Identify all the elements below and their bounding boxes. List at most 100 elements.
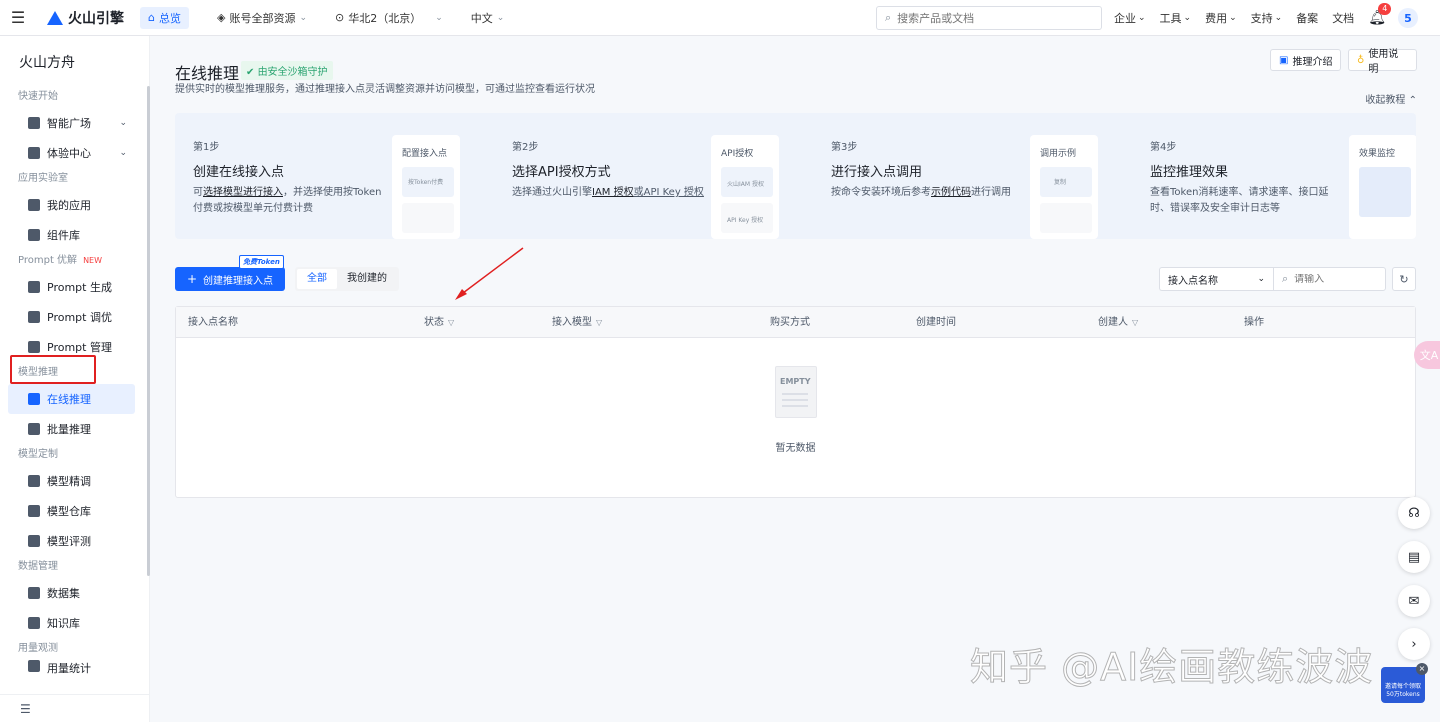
sidebar-item-model-repo[interactable]: 模型仓库 bbox=[8, 496, 135, 526]
create-endpoint-button[interactable]: + 创建推理接入点 bbox=[175, 267, 285, 291]
watermark: 知乎 @AI绘画教练波波 bbox=[969, 645, 1374, 690]
promo-text: 邀请每个领取 50万tokens bbox=[1384, 683, 1421, 698]
fine-tune-icon bbox=[28, 475, 40, 487]
nav-link-label: 文档 bbox=[1332, 12, 1355, 25]
step-title: 进行接入点调用 bbox=[831, 165, 923, 180]
nav-link-support[interactable]: 支持 ⌄ bbox=[1251, 10, 1283, 26]
chevron-down-icon: ⌄ bbox=[299, 12, 307, 23]
collapse-tutorial-link[interactable]: 收起教程 ⌃ bbox=[1365, 91, 1417, 106]
step-desc-text: 或API Key 授权 bbox=[633, 187, 704, 198]
group-label: 模型推理 bbox=[18, 367, 58, 378]
sidebar-item-batch-inference[interactable]: 批量推理 bbox=[8, 414, 135, 444]
nav-link-filing[interactable]: 备案 bbox=[1296, 10, 1318, 26]
apps-grid-icon bbox=[28, 199, 40, 211]
sidebar-item-online-inference[interactable]: 在线推理 bbox=[8, 384, 135, 414]
menu-icon[interactable]: ☰ bbox=[0, 0, 36, 36]
step-link[interactable]: IAM 授权 bbox=[592, 187, 634, 198]
step-card-2: 第2步 选择API授权方式 选择通过火山引擎IAM 授权或API Key 授权 … bbox=[494, 113, 814, 239]
sidebar-item-usage-stats[interactable]: 用量统计 bbox=[8, 660, 135, 674]
sidebar-item-label: 数据集 bbox=[47, 587, 80, 600]
group-label: 用量观测 bbox=[18, 643, 58, 654]
feedback-icon[interactable]: ✉ bbox=[1398, 585, 1430, 617]
sidebar-item-prompt-generate[interactable]: Prompt 生成 bbox=[8, 272, 135, 302]
page-description: 提供实时的模型推理服务，通过推理接入点灵活调整资源并访问模型，可通过监控查看运行… bbox=[175, 84, 595, 95]
sidebar-item-components[interactable]: 组件库 bbox=[8, 220, 135, 250]
chevron-up-icon: ⌃ bbox=[1408, 95, 1417, 106]
monitor-icon bbox=[28, 147, 40, 159]
preview-block: 按Token付费 bbox=[402, 167, 454, 197]
collapse-sidebar-icon[interactable]: ☰ bbox=[0, 694, 149, 722]
filter-icon[interactable]: ▽ bbox=[596, 307, 602, 338]
endpoint-table: 接入点名称 状态 ▽ 接入模型 ▽ 购买方式 创建时间 创建人 ▽ 操作 EMPTY … bbox=[175, 306, 1416, 498]
brand-name: 火山引擎 bbox=[68, 10, 124, 27]
filter-icon[interactable]: ▽ bbox=[448, 307, 454, 338]
sidebar-item-label: 模型评测 bbox=[47, 535, 91, 548]
inference-intro-button[interactable]: ▣ 推理介绍 bbox=[1270, 49, 1342, 71]
nav-link-label: 工具 bbox=[1159, 12, 1182, 25]
language-dropdown[interactable]: 中文 ⌄ bbox=[471, 10, 505, 26]
sidebar-item-my-apps[interactable]: 我的应用 bbox=[8, 190, 135, 220]
button-label: 推理介绍 bbox=[1292, 56, 1333, 68]
page-header: 在线推理 ✔ 由安全沙箱守护 提供实时的模型推理服务，通过推理接入点灵活调整资源… bbox=[175, 36, 1417, 106]
group-label: 数据管理 bbox=[18, 561, 58, 572]
sidebar-item-model-square[interactable]: 智能广场 ⌄ bbox=[8, 108, 135, 138]
doc-line bbox=[782, 405, 808, 407]
bell-icon[interactable]: 🔔︎ 4 bbox=[1368, 3, 1392, 26]
empty-document-icon: EMPTY bbox=[775, 366, 817, 418]
doc-line bbox=[782, 393, 808, 395]
close-icon[interactable]: × bbox=[1416, 663, 1428, 675]
step-link[interactable]: 选择模型进行接入 bbox=[203, 187, 283, 198]
bar-chart-icon bbox=[28, 393, 40, 405]
promo-banner[interactable]: 邀请每个领取 50万tokens × bbox=[1381, 663, 1428, 703]
table-header: 接入点名称 状态 ▽ 接入模型 ▽ 购买方式 创建时间 创建人 ▽ 操作 bbox=[176, 307, 1415, 338]
main-content: 在线推理 ✔ 由安全沙箱守护 提供实时的模型推理服务，通过推理接入点灵活调整资源… bbox=[175, 36, 1417, 498]
language-label: 中文 bbox=[470, 11, 493, 25]
nav-link-enterprise[interactable]: 企业 ⌄ bbox=[1114, 10, 1146, 26]
avatar[interactable]: 5 bbox=[1397, 8, 1418, 28]
chevron-right-icon[interactable]: › bbox=[1398, 628, 1430, 660]
sidebar-item-dataset[interactable]: 数据集 bbox=[8, 578, 135, 608]
tab-mine[interactable]: 我创建的 bbox=[337, 269, 397, 289]
sidebar-item-knowledge-base[interactable]: 知识库 bbox=[8, 608, 135, 638]
filter-input[interactable] bbox=[1294, 273, 1375, 285]
nav-link-label: 备案 bbox=[1296, 12, 1319, 25]
brand-logo[interactable]: 火山引擎 bbox=[46, 8, 124, 28]
step-description: 选择通过火山引擎IAM 授权或API Key 授权 bbox=[512, 185, 708, 201]
column-header-actions: 操作 bbox=[1244, 307, 1264, 338]
knowledge-icon bbox=[28, 617, 40, 629]
step-link[interactable]: 示例代码 bbox=[931, 187, 971, 198]
sidebar-item-experience-center[interactable]: 体验中心 ⌄ bbox=[8, 138, 135, 168]
volcano-logo-icon bbox=[46, 9, 64, 27]
refresh-icon[interactable]: ↻ bbox=[1392, 267, 1416, 291]
cube-icon: ◈ bbox=[216, 11, 226, 24]
tab-all[interactable]: 全部 bbox=[297, 269, 337, 289]
filter-icon[interactable]: ▽ bbox=[1132, 307, 1138, 338]
step-card-3: 第3步 进行接入点调用 按命令安装环境后参考示例代码进行调用 调用示例 复制 bbox=[813, 113, 1133, 239]
nav-link-billing[interactable]: 费用 ⌄ bbox=[1205, 10, 1237, 26]
filter-field-select[interactable]: 接入点名称 ⌄ bbox=[1159, 267, 1273, 291]
preview-block: 火山IAM 授权 bbox=[721, 167, 773, 197]
column-header-name: 接入点名称 bbox=[188, 307, 238, 338]
translate-icon[interactable]: 文A bbox=[1414, 341, 1440, 369]
nav-link-tools[interactable]: 工具 ⌄ bbox=[1160, 10, 1192, 26]
sidebar-item-prompt-tune[interactable]: Prompt 调优 bbox=[8, 302, 135, 332]
global-search[interactable]: ⌕ bbox=[876, 6, 1102, 30]
book-icon[interactable]: ▤ bbox=[1398, 541, 1430, 573]
account-resource-dropdown[interactable]: ◈ 账号全部资源 ⌄ bbox=[217, 10, 307, 26]
flask-icon bbox=[28, 535, 40, 547]
column-label: 创建人 bbox=[1098, 317, 1128, 328]
sidebar-item-model-eval[interactable]: 模型评测 bbox=[8, 526, 135, 556]
search-input[interactable] bbox=[897, 11, 1088, 25]
region-dropdown[interactable]: ⊙ 华北2（北京） ⌄ bbox=[335, 10, 443, 26]
home-button[interactable]: ⌂ 总览 bbox=[140, 6, 189, 29]
usage-guide-button[interactable]: ♁ 使用说明 bbox=[1348, 49, 1417, 75]
headset-support-icon[interactable]: ☊ bbox=[1398, 497, 1430, 529]
empty-icon-text: EMPTY bbox=[780, 377, 811, 386]
sidebar-item-fine-tune[interactable]: 模型精调 bbox=[8, 466, 135, 496]
sidebar-item-prompt-manage[interactable]: Prompt 管理 bbox=[8, 332, 135, 362]
sidebar-scrollbar[interactable] bbox=[147, 86, 150, 576]
preview-chart-block bbox=[1359, 167, 1411, 217]
nav-link-docs[interactable]: 文档 bbox=[1332, 10, 1354, 26]
collapse-label: 收起教程 bbox=[1365, 95, 1406, 106]
filter-search[interactable]: ⌕ bbox=[1273, 267, 1386, 291]
